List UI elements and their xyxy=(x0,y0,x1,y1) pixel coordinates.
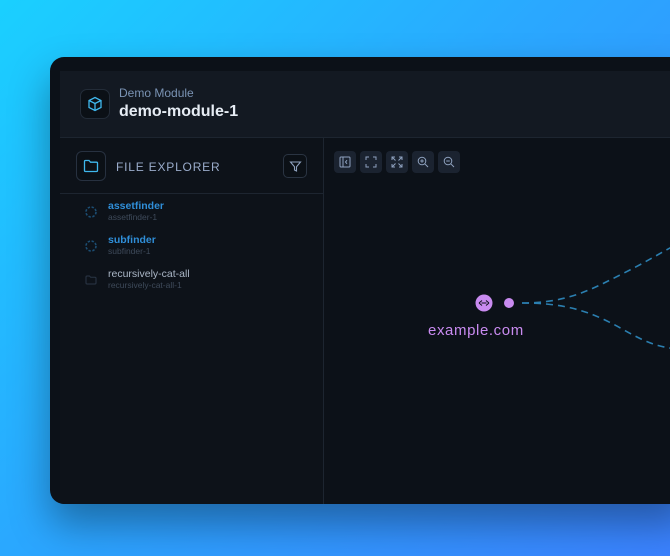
explorer-header: FILE EXPLORER xyxy=(60,138,323,194)
domain-node-icon xyxy=(475,294,493,312)
module-title: demo-module-1 xyxy=(119,103,239,120)
cube-icon xyxy=(80,89,110,119)
tree-item-name: assetfinder xyxy=(108,200,165,212)
explorer-title: FILE EXPLORER xyxy=(116,160,221,174)
app-window: Demo Module demo-module-1 FILE EXPLORER xyxy=(50,57,670,504)
graph-edges xyxy=(475,247,670,349)
graph-canvas[interactable]: example.com xyxy=(324,138,670,504)
graph-node-label[interactable]: example.com xyxy=(428,322,524,339)
folder-icon[interactable] xyxy=(76,151,106,181)
filter-icon[interactable] xyxy=(283,154,307,178)
spinner-icon xyxy=(84,205,98,219)
module-header: Demo Module demo-module-1 xyxy=(60,71,670,138)
graph-edge xyxy=(521,247,670,304)
tree-item-name: subfinder xyxy=(108,234,156,246)
node-handle xyxy=(504,298,514,308)
module-type: Demo Module xyxy=(119,86,194,100)
graph-edge xyxy=(521,302,670,349)
tree-item-id: assetfinder-1 xyxy=(108,212,158,222)
spinner-icon xyxy=(84,239,98,253)
tree-item-id: recursively-cat-all-1 xyxy=(108,280,182,290)
file-explorer: FILE EXPLORER assetfinder assetfinder-1 xyxy=(60,138,324,504)
tree-item-id: subfinder-1 xyxy=(108,246,151,256)
tree-item-name: recursively-cat-all xyxy=(108,268,190,280)
folder-icon xyxy=(84,273,98,287)
